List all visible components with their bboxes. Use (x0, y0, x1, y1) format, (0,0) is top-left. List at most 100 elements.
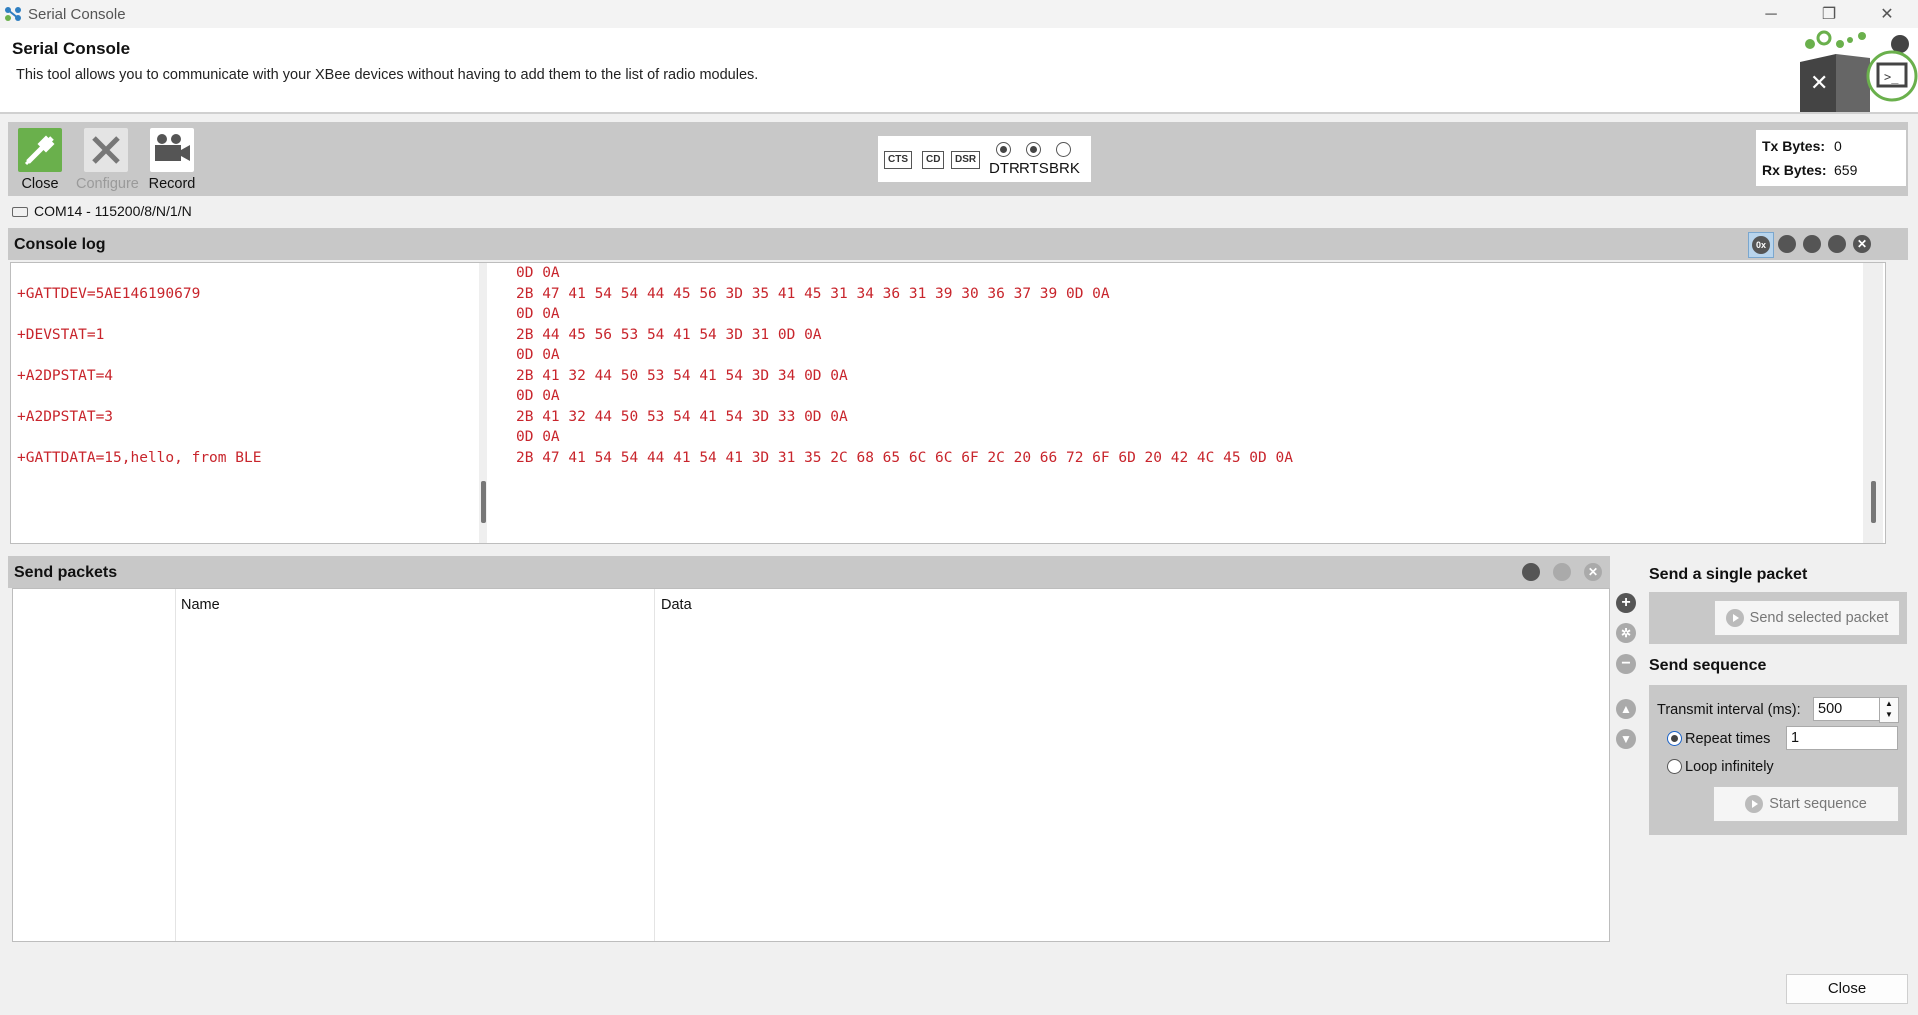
hex-line: 0D 0A (516, 265, 560, 281)
tx-bytes-value: 0 (1834, 138, 1842, 154)
hex-scrollbar[interactable] (1863, 263, 1883, 543)
configure-label: Configure (76, 176, 139, 192)
ascii-line: +A2DPSTAT=4 (17, 368, 114, 384)
ascii-pane[interactable]: +GATTDEV=5AE146190679 +DEVSTAT=1 +A2DPST… (11, 263, 487, 543)
hex-scroll-thumb[interactable] (1871, 481, 1876, 523)
save-console-icon[interactable] (1803, 235, 1821, 253)
cts-indicator: CTS (884, 151, 912, 169)
send-selected-packet-label: Send selected packet (1749, 610, 1889, 626)
console-log-header: Console log 0x ✕ (8, 228, 1908, 260)
column-divider (175, 589, 176, 941)
close-packets-icon[interactable]: ✕ (1584, 563, 1602, 581)
tx-bytes-label: Tx Bytes: (1762, 138, 1826, 154)
send-packets-header: Send packets ✕ (8, 556, 1610, 588)
rts-label: RTS (1019, 160, 1049, 177)
ascii-line: +A2DPSTAT=3 (17, 409, 114, 425)
clear-console-icon[interactable] (1778, 235, 1796, 253)
hex-pane[interactable]: 0D 0A 2B 47 41 54 54 44 45 56 3D 35 41 4… (501, 263, 1871, 543)
close-port-button[interactable]: Close (10, 128, 70, 196)
window-close-button[interactable]: ✕ (1864, 2, 1910, 28)
hex-line: 2B 47 41 54 54 44 41 54 41 3D 31 35 2C 6… (516, 450, 1293, 466)
play-icon (1745, 795, 1764, 814)
page-title: Serial Console (12, 39, 131, 58)
hex-line: 2B 41 32 44 50 53 54 41 54 3D 34 0D 0A (516, 368, 848, 384)
send-selected-packet-button[interactable]: Send selected packet (1714, 600, 1900, 636)
serial-port-icon (12, 207, 28, 218)
byte-counters: Tx Bytes: 0 Rx Bytes: 659 (1756, 130, 1906, 186)
start-sequence-label: Start sequence (1769, 796, 1867, 812)
add-packet-icon[interactable]: + (1616, 593, 1636, 613)
hex-icon: 0x (1752, 236, 1770, 254)
lock-scroll-icon[interactable] (1828, 235, 1846, 253)
transmit-interval-input[interactable]: 500 (1813, 697, 1881, 721)
brk-label: BRK (1049, 160, 1080, 177)
packet-table[interactable]: Name Data (12, 588, 1610, 942)
tool-header: Serial Console This tool allows you to c… (0, 28, 1918, 114)
console-log-body[interactable]: +GATTDEV=5AE146190679 +DEVSTAT=1 +A2DPST… (10, 262, 1886, 544)
hex-line: 2B 44 45 56 53 54 41 54 3D 31 0D 0A (516, 327, 822, 343)
ascii-line: +GATTDATA=15,hello, from BLE (17, 450, 262, 466)
title-bar: Serial Console ─ ❐ ✕ (0, 0, 1918, 28)
close-port-label: Close (21, 176, 59, 192)
toolbar: Close Configure Record CTS CD DSR DTR RT… (8, 122, 1908, 196)
rts-radio[interactable] (1026, 142, 1041, 157)
ascii-scrollbar[interactable] (479, 263, 487, 543)
hex-line: 0D 0A (516, 429, 560, 445)
port-description: COM14 - 115200/8/N/1/N (34, 203, 192, 219)
cd-indicator: CD (922, 151, 945, 169)
tools-icon (84, 128, 128, 172)
repeat-times-input[interactable]: 1 (1786, 726, 1898, 750)
single-packet-panel: Send selected packet (1649, 592, 1907, 644)
dtr-label: DTR (989, 160, 1020, 177)
column-header-data[interactable]: Data (661, 597, 692, 613)
close-dialog-button[interactable]: Close (1786, 974, 1908, 1004)
serial-console-logo: ✕ >_ (1800, 30, 1918, 112)
dtr-radio[interactable] (996, 142, 1011, 157)
move-up-icon[interactable]: ▲ (1616, 699, 1636, 719)
record-button[interactable]: Record (142, 128, 202, 196)
play-icon (1725, 609, 1744, 628)
move-down-icon[interactable]: ▼ (1616, 729, 1636, 749)
interval-spinner[interactable]: ▲ ▼ (1879, 697, 1899, 723)
video-camera-icon (150, 128, 194, 172)
ascii-line: +DEVSTAT=1 (17, 327, 105, 343)
save-packets-icon[interactable] (1553, 563, 1571, 581)
page-description: This tool allows you to communicate with… (16, 67, 759, 83)
clear-packets-icon[interactable] (1522, 563, 1540, 581)
rx-bytes-label: Rx Bytes: (1762, 162, 1827, 178)
column-divider (654, 589, 655, 941)
window-title: Serial Console (28, 6, 126, 23)
hex-mode-toggle[interactable]: 0x (1748, 232, 1774, 258)
brk-radio[interactable] (1056, 142, 1071, 157)
start-sequence-button[interactable]: Start sequence (1713, 786, 1899, 822)
hex-line: 2B 47 41 54 54 44 45 56 3D 35 41 45 31 3… (516, 286, 1110, 302)
hex-line: 0D 0A (516, 388, 560, 404)
ascii-line: +GATTDEV=5AE146190679 (17, 286, 201, 302)
send-sequence-panel: Transmit interval (ms): 500 ▲ ▼ Repeat ti… (1649, 685, 1907, 835)
minimize-button[interactable]: ─ (1748, 2, 1794, 28)
single-packet-title: Send a single packet (1649, 566, 1808, 583)
plug-icon (18, 128, 62, 172)
repeat-times-radio[interactable] (1667, 731, 1682, 746)
record-label: Record (148, 176, 196, 192)
svg-text:✕: ✕ (1810, 71, 1828, 96)
rx-bytes-value: 659 (1834, 162, 1858, 178)
close-console-icon[interactable]: ✕ (1853, 235, 1871, 253)
port-info: COM14 - 115200/8/N/1/N (12, 203, 192, 219)
dsr-indicator: DSR (951, 151, 981, 169)
column-header-name[interactable]: Name (181, 597, 220, 613)
configure-button[interactable]: Configure (76, 128, 139, 196)
send-packets-title: Send packets (14, 564, 118, 581)
app-icon (5, 7, 21, 21)
loop-infinitely-radio[interactable] (1667, 759, 1682, 774)
repeat-times-label: Repeat times (1685, 731, 1771, 747)
transmit-interval-label: Transmit interval (ms): (1657, 702, 1801, 718)
dialog-footer (0, 944, 1918, 1015)
svg-text:>_: >_ (1884, 70, 1899, 84)
ascii-scroll-thumb[interactable] (481, 481, 486, 523)
restore-button[interactable]: ❐ (1806, 2, 1852, 28)
hex-line: 0D 0A (516, 306, 560, 322)
edit-packet-icon[interactable]: ✲ (1616, 623, 1636, 643)
send-sequence-title: Send sequence (1649, 657, 1767, 674)
remove-packet-icon[interactable]: − (1616, 654, 1636, 674)
